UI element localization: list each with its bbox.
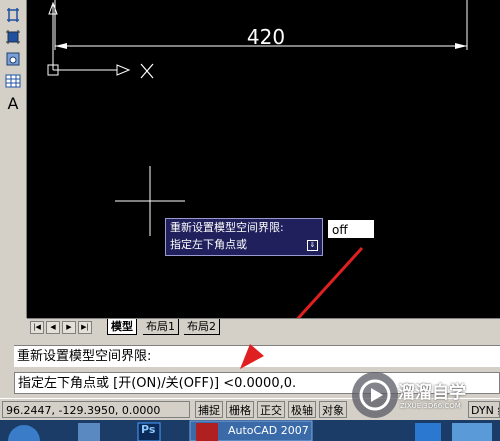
- grid-button[interactable]: 栅格: [226, 401, 254, 418]
- red-arrow-head: [240, 344, 264, 369]
- dyn-button[interactable]: DYN 线: [468, 401, 500, 418]
- photoshop-label: Ps: [141, 423, 156, 436]
- watermark-title: 溜溜自学: [398, 383, 466, 403]
- other-app-icon[interactable]: [452, 423, 492, 441]
- explorer-icon[interactable]: [78, 423, 100, 441]
- polar-button[interactable]: 极轴: [288, 401, 316, 418]
- start-button-icon[interactable]: [8, 425, 40, 441]
- autocad-icon: [196, 423, 218, 441]
- watermark-subtitle: ZIXUE.3D66.COM: [400, 402, 461, 410]
- ortho-button[interactable]: 正交: [257, 401, 285, 418]
- ie-icon[interactable]: [415, 423, 441, 441]
- coordinate-readout: 96.2447, -129.3950, 0.0000: [2, 401, 190, 418]
- watermark: 溜溜自学 ZIXUE.3D66.COM: [352, 372, 472, 420]
- osnap-button[interactable]: 对象: [319, 401, 347, 418]
- watermark-logo-icon: [352, 372, 398, 418]
- taskbar: Ps AutoCAD 2007: [0, 420, 500, 441]
- autocad-task-label: AutoCAD 2007: [228, 424, 309, 437]
- snap-button[interactable]: 捕捉: [195, 401, 223, 418]
